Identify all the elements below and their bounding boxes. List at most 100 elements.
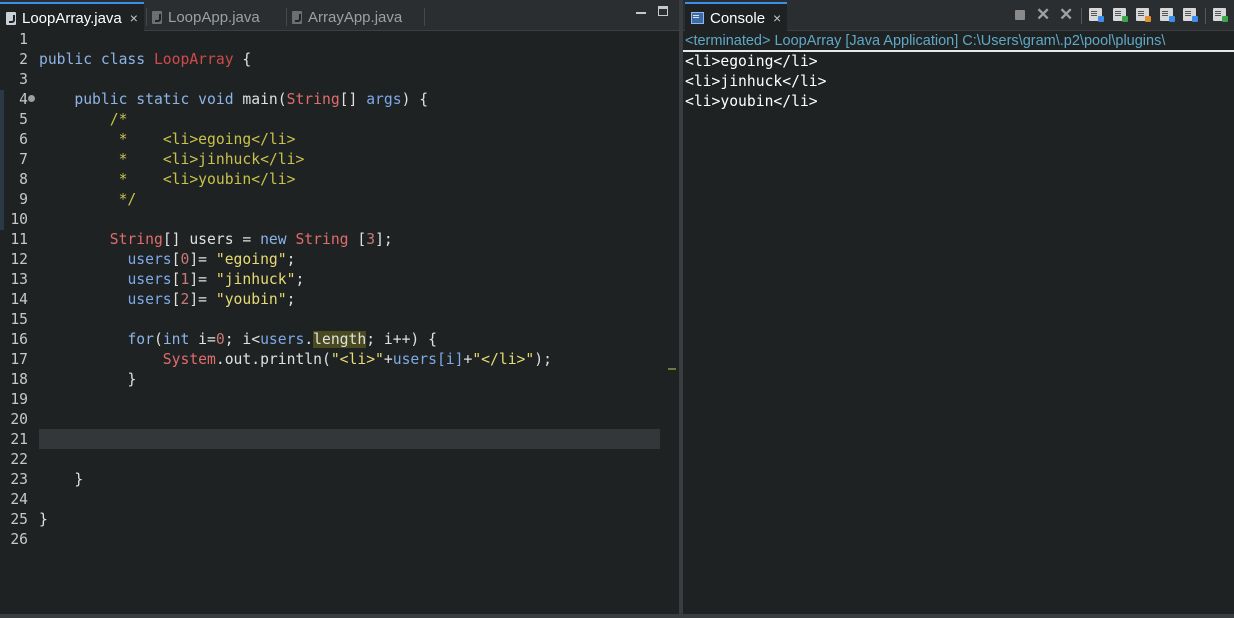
line-number: 26	[10, 531, 28, 548]
line-number: 5	[19, 111, 28, 128]
class-name: LoopArray	[153, 51, 234, 68]
comment: <li>youbin</li>	[162, 171, 296, 188]
number-literal: 3	[366, 231, 376, 248]
show-when-stdout-icon[interactable]	[1160, 8, 1175, 22]
code-line: 15	[0, 310, 679, 330]
close-icon[interactable]: ×	[773, 10, 781, 26]
show-when-stderr-icon[interactable]	[1183, 8, 1198, 22]
variable: users	[392, 351, 437, 368]
console-output[interactable]: <li>egoing</li> <li>jinhuck</li> <li>you…	[685, 52, 826, 112]
code-token: [	[171, 291, 181, 308]
line-number: 10	[10, 211, 28, 228]
code-token: ;	[286, 251, 296, 268]
comment: <li>egoing</li>	[162, 131, 296, 148]
keyword: public static void	[74, 91, 234, 108]
code-line: 1	[0, 30, 679, 50]
code-line: 26	[0, 530, 679, 550]
brace: {	[242, 51, 252, 68]
string-literal: "</li>"	[472, 351, 535, 368]
fold-marker-icon[interactable]	[28, 95, 35, 102]
console-line: <li>jinhuck</li>	[685, 73, 827, 90]
line-number: 17	[10, 351, 28, 368]
variable: users	[127, 291, 172, 308]
code-token: ]=	[189, 251, 216, 268]
string-literal: "jinhuck"	[215, 271, 296, 288]
line-number: 22	[10, 451, 28, 468]
code-line: 12 users[0]= "egoing";	[0, 250, 679, 270]
keyword: int	[162, 331, 190, 348]
code-token: (	[153, 331, 163, 348]
code-line: 7 * <li>jinhuck</li>	[0, 150, 679, 170]
remove-all-terminated-icon[interactable]: ✕	[1059, 6, 1073, 23]
maximize-icon[interactable]	[658, 6, 668, 16]
variable: users	[189, 231, 234, 248]
line-number: 23	[10, 471, 28, 488]
line-number: 18	[10, 371, 28, 388]
code-line: 5 /*	[0, 110, 679, 130]
code-token: ];	[375, 231, 393, 248]
line-number: 21	[10, 431, 28, 448]
number-literal: 0	[215, 331, 225, 348]
code-line: 14 users[2]= "youbin";	[0, 290, 679, 310]
line-number: 13	[10, 271, 28, 288]
string-literal: "<li>"	[330, 351, 384, 368]
code-line: 18 }	[0, 370, 679, 390]
console-line: <li>youbin</li>	[685, 93, 818, 110]
code-line: 16 for(int i=0; i<users.length; i++) {	[0, 330, 679, 350]
code-token: ) {	[401, 91, 429, 108]
comment: <li>jinhuck</li>	[162, 151, 305, 168]
close-icon[interactable]: ×	[130, 10, 138, 26]
keyword: public	[39, 51, 93, 68]
code-line: 10	[0, 210, 679, 230]
pin-console-icon[interactable]	[1213, 8, 1228, 22]
code-token: ; i++) {	[366, 331, 437, 348]
occurrence-highlight: length	[313, 331, 367, 348]
comment: *	[109, 131, 163, 148]
bottom-border	[0, 614, 1234, 618]
tab-arrayapp[interactable]: ArrayApp.java	[292, 4, 402, 30]
code-token: .out.println(	[215, 351, 331, 368]
console-pane: Console × ✕ ✕ <terminated> LoopArray [Ja…	[683, 0, 1234, 614]
minimize-icon[interactable]	[636, 8, 646, 14]
code-token: );	[534, 351, 552, 368]
code-line: 9 */	[0, 190, 679, 210]
code-token: .	[304, 331, 314, 348]
tab-looparray[interactable]: LoopArray.java ×	[0, 2, 144, 32]
parameter: args	[366, 91, 402, 108]
code-token: []	[339, 91, 358, 108]
java-file-icon	[152, 10, 162, 24]
tab-separator	[424, 8, 425, 26]
tab-console[interactable]: Console ×	[685, 2, 788, 32]
tab-label: LoopApp.java	[168, 8, 260, 26]
code-editor[interactable]: 1 2 public class LoopArray { 3 4 public s…	[0, 30, 679, 614]
brace: }	[39, 511, 48, 528]
keyword: class	[100, 51, 146, 68]
word-wrap-icon[interactable]	[1136, 8, 1151, 22]
method-name: main(	[242, 91, 287, 108]
variable: users	[260, 331, 305, 348]
terminate-icon[interactable]	[1015, 10, 1025, 20]
console-icon	[691, 12, 704, 24]
code-line: 20	[0, 410, 679, 430]
code-line: 21	[0, 430, 679, 450]
code-token: [	[171, 251, 181, 268]
line-number: 3	[19, 71, 28, 88]
line-number: 11	[10, 231, 28, 248]
console-tab-bar: Console × ✕ ✕	[683, 0, 1234, 32]
tab-label: Console	[710, 9, 766, 27]
code-line: 6 * <li>egoing</li>	[0, 130, 679, 150]
clear-console-icon[interactable]	[1089, 8, 1104, 22]
tab-label: ArrayApp.java	[308, 8, 403, 26]
string-literal: "youbin"	[215, 291, 287, 308]
code-line: 11 String[] users = new String [3];	[0, 230, 679, 250]
type-name: String	[286, 91, 340, 108]
remove-launch-icon[interactable]: ✕	[1036, 6, 1050, 23]
tab-loopapp[interactable]: LoopApp.java	[152, 4, 260, 30]
scroll-lock-icon[interactable]	[1113, 8, 1128, 22]
java-file-icon	[292, 10, 302, 24]
tab-label: LoopArray.java	[22, 9, 122, 27]
overview-ruler-marker[interactable]	[668, 368, 676, 370]
code-line: 3	[0, 70, 679, 90]
keyword: for	[127, 331, 154, 348]
code-line: 19	[0, 390, 679, 410]
